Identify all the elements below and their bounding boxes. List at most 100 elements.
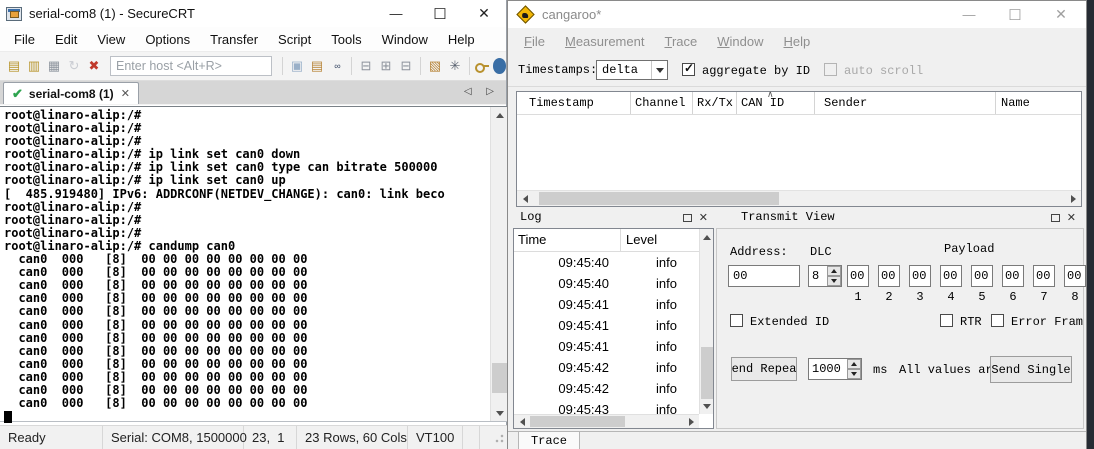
host-input[interactable] bbox=[110, 56, 272, 76]
dock-float-icon[interactable] bbox=[1050, 213, 1060, 222]
payload-byte-input[interactable] bbox=[940, 265, 962, 287]
menu-item-file[interactable]: File bbox=[4, 27, 45, 52]
menu-item-tools[interactable]: Tools bbox=[321, 27, 371, 52]
payload-byte-input[interactable] bbox=[1002, 265, 1024, 287]
scroll-left-icon[interactable] bbox=[517, 191, 533, 206]
scrollbar-thumb[interactable] bbox=[701, 347, 713, 399]
session-tab[interactable]: ✔ serial-com8 (1) ✕ bbox=[3, 82, 139, 104]
error-frame-label[interactable]: Error Frame bbox=[1011, 315, 1083, 329]
scroll-down-icon[interactable] bbox=[491, 405, 508, 421]
payload-byte-input[interactable] bbox=[971, 265, 993, 287]
dock-float-icon[interactable] bbox=[682, 213, 692, 222]
stepper-up-icon[interactable] bbox=[827, 266, 841, 276]
menu-item-help[interactable]: Help bbox=[438, 27, 485, 52]
dlc-stepper[interactable] bbox=[808, 265, 842, 287]
extended-id-checkbox[interactable] bbox=[730, 314, 743, 327]
aggregate-checkbox[interactable]: ✓ bbox=[682, 62, 695, 76]
menu-item-file[interactable]: File bbox=[514, 34, 555, 49]
menu-item-script[interactable]: Script bbox=[268, 27, 321, 52]
stepper-down-icon[interactable] bbox=[827, 276, 841, 286]
payload-byte-input[interactable] bbox=[847, 265, 869, 287]
disconnect-icon[interactable]: ✖ bbox=[84, 55, 104, 77]
quick-connect-icon[interactable]: ▦ bbox=[44, 55, 64, 77]
log-column-level[interactable]: Level bbox=[626, 232, 657, 247]
column-header-timestamp[interactable]: Timestamp bbox=[529, 96, 594, 110]
column-header-channel[interactable]: Channel bbox=[635, 96, 685, 110]
paste-icon[interactable]: ▤ bbox=[307, 55, 327, 77]
payload-byte-input[interactable] bbox=[1064, 265, 1086, 287]
address-input[interactable] bbox=[728, 265, 800, 287]
reconnect-icon[interactable]: ↻ bbox=[64, 55, 84, 77]
cangaroo-titlebar[interactable]: cangaroo* — ☐ ✕ bbox=[508, 1, 1086, 28]
send-repeat-button[interactable]: Send Repeat bbox=[731, 357, 797, 381]
rtr-checkbox[interactable] bbox=[940, 314, 953, 327]
scroll-down-icon[interactable] bbox=[700, 398, 714, 414]
menu-item-transfer[interactable]: Transfer bbox=[200, 27, 268, 52]
tab-close-icon[interactable]: ✕ bbox=[121, 87, 130, 100]
keymap-icon[interactable] bbox=[474, 55, 491, 77]
send-single-button[interactable]: Send Single bbox=[990, 356, 1072, 383]
timestamps-select[interactable]: delta bbox=[596, 60, 668, 80]
dlc-input[interactable] bbox=[809, 266, 827, 286]
terminal-scrollbar[interactable] bbox=[490, 107, 507, 421]
interval-stepper[interactable] bbox=[808, 358, 862, 380]
close-button[interactable]: ✕ bbox=[462, 0, 506, 27]
column-header-sender[interactable]: Sender bbox=[824, 96, 867, 110]
tab-scroll-arrows[interactable]: ◁ ▷ bbox=[464, 86, 500, 97]
dock-close-icon[interactable]: ✕ bbox=[699, 211, 708, 224]
aggregate-checkbox-label[interactable]: aggregate by ID bbox=[702, 64, 810, 78]
terminal-screen[interactable]: root@linaro-alip:/# root@linaro-alip:/# ro… bbox=[0, 107, 490, 421]
connect-icon[interactable]: ▥ bbox=[24, 55, 44, 77]
payload-byte-input[interactable] bbox=[1033, 265, 1055, 287]
scroll-up-icon[interactable] bbox=[491, 107, 508, 123]
interval-input[interactable] bbox=[809, 359, 847, 379]
stepper-down-icon[interactable] bbox=[847, 369, 861, 379]
scrollbar-thumb[interactable] bbox=[492, 363, 507, 393]
log-vscrollbar[interactable] bbox=[699, 229, 713, 414]
copy-icon[interactable]: ▣ bbox=[287, 55, 307, 77]
stepper-up-icon[interactable] bbox=[847, 359, 861, 369]
session-options-icon[interactable]: ✳ bbox=[445, 55, 465, 77]
menu-item-options[interactable]: Options bbox=[135, 27, 200, 52]
extended-id-label[interactable]: Extended ID bbox=[750, 315, 829, 329]
menu-item-edit[interactable]: Edit bbox=[45, 27, 87, 52]
scroll-right-icon[interactable] bbox=[1065, 191, 1081, 206]
trace-table-hscrollbar[interactable] bbox=[517, 190, 1081, 206]
print-icon[interactable]: ⊞ bbox=[376, 55, 396, 77]
chevron-down-icon[interactable] bbox=[651, 61, 667, 79]
error-frame-checkbox[interactable] bbox=[991, 314, 1004, 327]
payload-byte-input[interactable] bbox=[909, 265, 931, 287]
tab-trace[interactable]: Trace bbox=[518, 432, 580, 449]
scroll-up-icon[interactable] bbox=[700, 229, 714, 245]
column-header-name[interactable]: Name bbox=[1001, 96, 1030, 110]
new-session-icon[interactable]: ▤ bbox=[4, 55, 24, 77]
scroll-right-icon[interactable] bbox=[683, 415, 699, 428]
menu-item-view[interactable]: View bbox=[87, 27, 135, 52]
menu-item-trace[interactable]: Trace bbox=[654, 34, 707, 49]
scrollbar-thumb[interactable] bbox=[530, 416, 625, 427]
payload-byte-input[interactable] bbox=[878, 265, 900, 287]
rtr-label[interactable]: RTR bbox=[960, 315, 982, 329]
scroll-left-icon[interactable] bbox=[514, 415, 530, 428]
securecrt-titlebar[interactable]: serial-com8 (1) - SecureCRT — ☐ ✕ bbox=[0, 0, 506, 27]
print-preview-icon[interactable]: ⊟ bbox=[356, 55, 376, 77]
menu-item-window[interactable]: Window bbox=[707, 34, 773, 49]
resize-grip[interactable] bbox=[493, 431, 505, 444]
maximize-button[interactable]: ☐ bbox=[418, 0, 462, 27]
dock-close-icon[interactable]: ✕ bbox=[1067, 211, 1076, 224]
log-column-time[interactable]: Time bbox=[518, 232, 546, 247]
find-icon[interactable]: ∞ bbox=[327, 55, 347, 77]
print-setup-icon[interactable]: ⊟ bbox=[396, 55, 416, 77]
autoscroll-checkbox[interactable] bbox=[824, 63, 837, 76]
properties-icon[interactable]: ▧ bbox=[425, 55, 445, 77]
minimize-button[interactable]: — bbox=[946, 1, 992, 28]
menu-item-measurement[interactable]: Measurement bbox=[555, 34, 655, 49]
web-icon[interactable] bbox=[492, 58, 506, 74]
close-button[interactable]: ✕ bbox=[1038, 1, 1084, 28]
scrollbar-thumb[interactable] bbox=[539, 192, 779, 205]
menu-item-help[interactable]: Help bbox=[773, 34, 820, 49]
maximize-button[interactable]: ☐ bbox=[992, 1, 1038, 28]
log-hscrollbar[interactable] bbox=[514, 414, 699, 428]
column-header-rxtx[interactable]: Rx/Tx bbox=[697, 96, 733, 110]
menu-item-window[interactable]: Window bbox=[372, 27, 438, 52]
